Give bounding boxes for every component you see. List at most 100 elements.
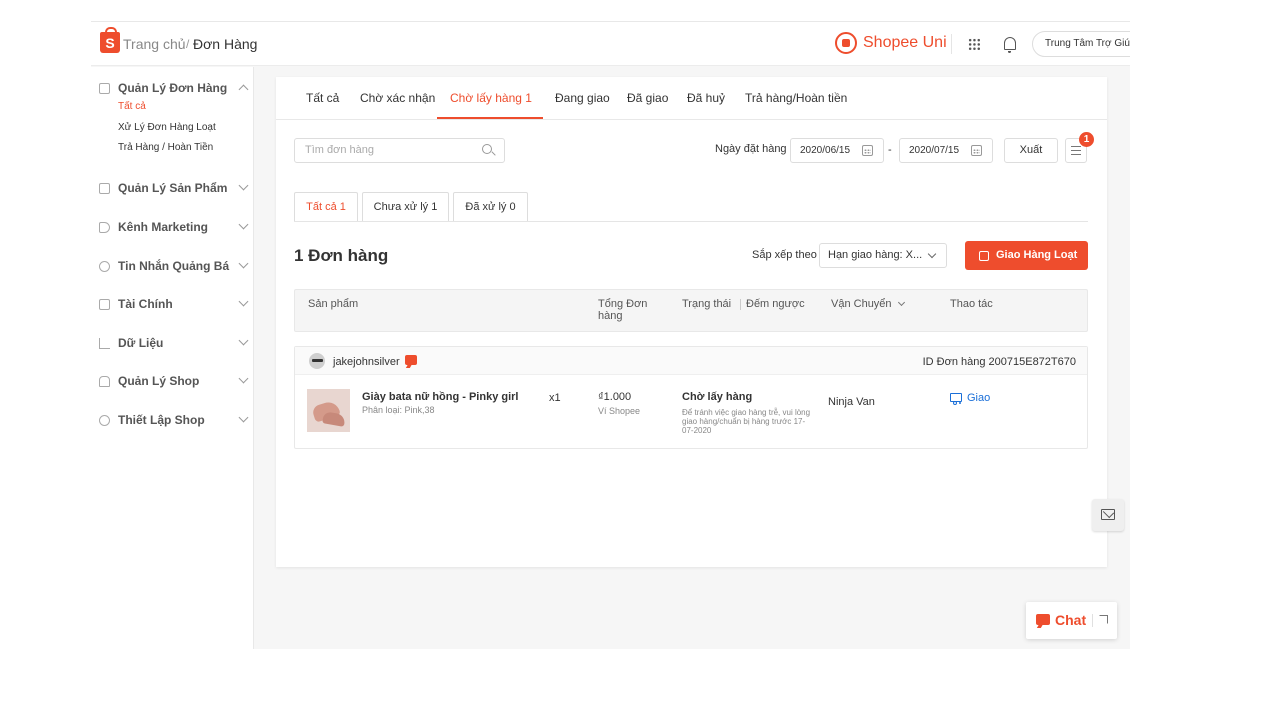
column-product: Sản phẩm — [308, 298, 359, 310]
chevron-down-icon — [238, 180, 249, 191]
chevron-down-icon — [238, 373, 249, 384]
payment-method: Ví Shopee — [598, 406, 641, 416]
sidebar-subitem-bulk[interactable]: Xử Lý Đơn Hàng Loạt — [118, 122, 216, 133]
date-from-field[interactable]: 2020/06/15 — [790, 138, 884, 163]
chevron-down-icon — [927, 249, 937, 259]
chevron-down-icon — [238, 258, 249, 269]
help-center-button[interactable]: Trung Tâm Trợ Giúp — [1032, 31, 1130, 57]
settings-icon — [99, 415, 110, 426]
calendar-icon[interactable] — [862, 145, 873, 156]
expand-icon[interactable] — [1099, 615, 1108, 624]
shopee-uni-icon[interactable] — [835, 32, 857, 54]
order-search-input[interactable]: Tìm đơn hàng — [294, 138, 505, 163]
sidebar-item-marketing[interactable]: Kênh Marketing — [99, 219, 249, 239]
order-card-header: jakejohnsilver ID Đơn hàng 200715E872T67… — [295, 347, 1087, 375]
clipboard-icon — [99, 83, 110, 94]
product-thumbnail[interactable] — [307, 389, 350, 432]
sort-label: Sắp xếp theo — [752, 249, 817, 261]
ship-action-link[interactable]: Giao — [950, 392, 991, 405]
sidebar-item-label: Quản Lý Đơn Hàng — [118, 81, 228, 95]
chat-icon[interactable] — [405, 355, 417, 365]
shopee-uni-link[interactable]: Shopee Uni — [863, 34, 947, 52]
bulk-ship-label: Giao Hàng Loạt — [996, 249, 1078, 261]
order-table-header: Sản phẩm Tổng Đơn hàng Trạng thái Đếm ng… — [294, 289, 1088, 332]
buyer-avatar[interactable] — [309, 353, 325, 369]
sidebar-item-label: Dữ Liệu — [118, 336, 164, 350]
subtab-processed[interactable]: Đã xử lý 0 — [453, 192, 528, 222]
column-total: Tổng Đơn hàng — [598, 298, 648, 322]
tab-returns[interactable]: Trả hàng/Hoàn tiền — [745, 91, 847, 120]
shipping-carrier: Ninja Van — [828, 396, 875, 408]
tab-to-confirm[interactable]: Chờ xác nhận — [360, 91, 435, 120]
sidebar: Quản Lý Đơn Hàng Tất cả Xử Lý Đơn Hàng L… — [91, 67, 254, 649]
sort-select[interactable]: Hạn giao hàng: X... — [819, 243, 947, 268]
subtab-unprocessed[interactable]: Chưa xử lý 1 — [362, 192, 449, 222]
sidebar-item-broadcast[interactable]: Tin Nhắn Quảng Bá — [99, 258, 249, 278]
breadcrumb-current-page: Đơn Hàng — [193, 36, 258, 52]
truck-icon — [950, 393, 962, 405]
sidebar-item-label: Thiết Lập Shop — [118, 413, 205, 427]
sidebar-item-shop-settings[interactable]: Thiết Lập Shop — [99, 412, 249, 432]
sidebar-item-order-management[interactable]: Quản Lý Đơn Hàng — [99, 80, 249, 100]
search-icon[interactable] — [482, 144, 492, 154]
order-status-note: Để tránh việc giao hàng trễ, vui lòng gi… — [682, 408, 811, 435]
chevron-down-icon — [238, 412, 249, 423]
ship-action-label: Giao — [967, 392, 991, 404]
sidebar-item-data[interactable]: Dữ Liệu — [99, 335, 249, 355]
tab-to-ship[interactable]: Chờ lấy hàng 1 — [450, 91, 532, 120]
column-action: Thao tác — [950, 298, 993, 310]
date-to-value: 2020/07/15 — [909, 145, 960, 156]
tab-delivered[interactable]: Đã giao — [627, 91, 668, 120]
sidebar-item-label: Tài Chính — [118, 297, 173, 311]
sidebar-item-shop-management[interactable]: Quản Lý Shop — [99, 373, 249, 393]
order-card: jakejohnsilver ID Đơn hàng 200715E872T67… — [294, 346, 1088, 449]
tab-cancelled[interactable]: Đã huỷ — [687, 91, 725, 120]
chevron-down-icon — [897, 298, 905, 307]
apps-grid-icon[interactable] — [968, 38, 981, 51]
calendar-icon[interactable] — [971, 145, 982, 156]
breadcrumb-home[interactable]: Trang chủ — [123, 36, 186, 52]
sidebar-item-label: Tin Nhắn Quảng Bá — [118, 259, 230, 273]
top-bar: S Trang chủ / Đơn Hàng Shopee Uni Trung … — [91, 22, 1130, 66]
buyer-username[interactable]: jakejohnsilver — [333, 356, 400, 368]
users-icon — [99, 261, 110, 272]
chart-icon — [99, 338, 110, 349]
sidebar-item-finance[interactable]: Tài Chính — [99, 296, 249, 316]
date-to-field[interactable]: 2020/07/15 — [899, 138, 993, 163]
chat-bubble-icon — [1036, 614, 1050, 625]
product-variant: Phân loại: Pink,38 — [362, 405, 435, 415]
order-total: ₫1.000 — [598, 391, 632, 403]
mail-icon — [1101, 509, 1115, 520]
orders-panel: Tất cả Chờ xác nhận Chờ lấy hàng 1 Đang … — [276, 77, 1107, 567]
column-countdown: Đếm ngược — [746, 298, 805, 310]
sidebar-subitem-all[interactable]: Tất cả — [118, 101, 146, 112]
sidebar-subitem-returns[interactable]: Trả Hàng / Hoàn Tiền — [118, 142, 213, 153]
sort-value: Hạn giao hàng: X... — [828, 249, 923, 261]
export-button[interactable]: Xuất — [1004, 138, 1058, 163]
shop-icon — [99, 376, 110, 387]
chevron-up-icon — [238, 84, 249, 95]
floating-message-button[interactable] — [1092, 499, 1124, 531]
column-status: Trạng thái — [682, 298, 732, 310]
tag-icon — [99, 222, 110, 233]
order-count-title: 1 Đơn hàng — [294, 246, 389, 265]
order-status-tabs: Tất cả Chờ xác nhận Chờ lấy hàng 1 Đang … — [276, 77, 1107, 120]
order-date-label: Ngày đặt hàng — [715, 143, 787, 155]
chat-widget[interactable]: Chat — [1026, 602, 1117, 639]
chevron-down-icon — [238, 335, 249, 346]
tab-shipping[interactable]: Đang giao — [555, 91, 610, 120]
tab-all[interactable]: Tất cả — [306, 91, 339, 120]
order-id: ID Đơn hàng 200715E872T670 — [922, 356, 1076, 368]
subtab-all[interactable]: Tất cả 1 — [294, 192, 358, 222]
column-divider — [740, 299, 741, 310]
bell-icon[interactable] — [1004, 37, 1016, 53]
date-from-value: 2020/06/15 — [800, 145, 851, 156]
chevron-down-icon — [238, 219, 249, 230]
shopee-logo-icon[interactable]: S — [100, 27, 120, 53]
bulk-ship-button[interactable]: Giao Hàng Loạt — [965, 241, 1088, 270]
seller-center-window: S Trang chủ / Đơn Hàng Shopee Uni Trung … — [91, 21, 1130, 649]
sidebar-item-products[interactable]: Quản Lý Sản Phẩm — [99, 180, 249, 200]
column-shipping[interactable]: Vận Chuyển — [831, 298, 905, 310]
order-status: Chờ lấy hàng — [682, 391, 753, 403]
bulk-ship-icon — [979, 251, 989, 261]
